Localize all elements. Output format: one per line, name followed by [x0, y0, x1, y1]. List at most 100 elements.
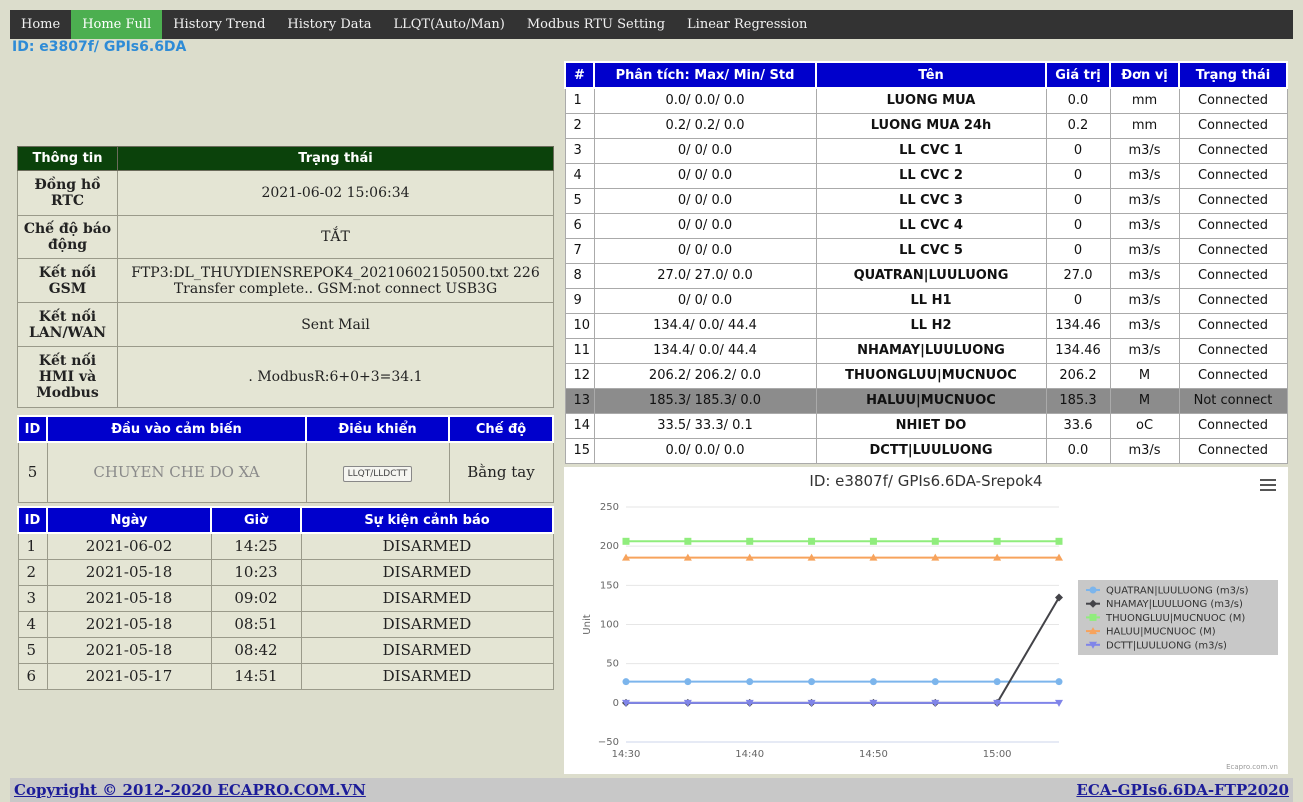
alarm-table: ID Ngày Giờ Sự kiện cảnh báo 1 2021-06-02… [17, 506, 554, 690]
alarm-id: 4 [17, 610, 48, 638]
data-value: 0 [1045, 162, 1111, 189]
data-status: Connected [1178, 87, 1288, 114]
data-row: 6 0/ 0/ 0.0 LL CVC 4 0 m3/s Connected [564, 212, 1288, 239]
legend-item[interactable]: HALUU|MUCNUOC (M) [1106, 627, 1216, 638]
data-status: Connected [1178, 262, 1288, 289]
alarm-body: 1 2021-06-02 14:25 DISARMED 2 2021-05-18 10:23… [17, 532, 554, 690]
hmi-value: . ModbusR:6+0+3=34.1 [117, 346, 554, 408]
rtc-value: 2021-06-02 15:06:34 [117, 170, 554, 216]
data-name: THUONGLUU|MUCNUOC [815, 362, 1047, 389]
data-name: LL CVC 4 [815, 212, 1047, 239]
hamburger-menu-icon[interactable] [1260, 484, 1276, 486]
data-value: 185.3 [1045, 387, 1111, 414]
copyright-link[interactable]: Copyright © 2012-2020 ECAPRO.COM.VN [14, 781, 366, 799]
data-point [746, 537, 754, 545]
hamburger-menu-icon[interactable] [1260, 489, 1276, 491]
info-row-lan: Kết nối LAN/WAN Sent Mail [17, 302, 554, 347]
data-value: 0 [1045, 237, 1111, 264]
data-row: 4 0/ 0/ 0.0 LL CVC 2 0 m3/s Connected [564, 162, 1288, 189]
legend-item[interactable]: QUATRAN|LUULUONG (m3/s) [1106, 586, 1249, 597]
nav-home[interactable]: Home [10, 10, 71, 39]
hamburger-menu-icon[interactable] [1260, 479, 1276, 481]
data-name: LL CVC 3 [815, 187, 1047, 214]
y-tick-label: 50 [606, 659, 619, 670]
data-no: 1 [564, 87, 595, 114]
data-point [1089, 586, 1097, 594]
data-status: Not connect [1178, 387, 1288, 414]
data-value: 0.0 [1045, 87, 1111, 114]
info-row-alarm: Chế độ báo động TẮT [17, 215, 554, 259]
data-point [1055, 537, 1063, 545]
data-point [684, 537, 692, 545]
data-stats: 0/ 0/ 0.0 [593, 187, 817, 214]
data-no: 13 [564, 387, 595, 414]
alarm-time: 14:51 [210, 662, 302, 690]
data-value: 134.46 [1045, 337, 1111, 364]
data-row: 3 0/ 0/ 0.0 LL CVC 1 0 m3/s Connected [564, 137, 1288, 164]
data-stats: 0/ 0/ 0.0 [593, 237, 817, 264]
nav-llqt-auto-man[interactable]: LLQT(Auto/Man) [382, 10, 515, 39]
firmware-link[interactable]: ECA-GPIs6.6DA-FTP2020 [1076, 781, 1289, 799]
info-row-rtc: Đồng hồ RTC 2021-06-02 15:06:34 [17, 170, 554, 216]
legend-item[interactable]: NHAMAY|LUULUONG (m3/s) [1106, 599, 1243, 610]
data-stats: 134.4/ 0.0/ 44.4 [593, 312, 817, 339]
alarm-event: DISARMED [300, 584, 554, 612]
sensor-table: ID Đầu vào cảm biến Điều khiển Chế độ 5 … [17, 415, 554, 503]
data-no: 14 [564, 412, 595, 439]
data-body: 1 0.0/ 0.0/ 0.0 LUONG MUA 0.0 mm Connected 2 0.… [564, 87, 1288, 464]
llqt-lldctt-button[interactable]: LLQT/LLDCTT [342, 466, 413, 483]
alarm-time: 14:25 [210, 532, 302, 560]
trend-chart-svg: ID: e3807f/ GPIs6.6DA-Srepok4 −50 0 50 100 15… [582, 472, 1278, 771]
data-unit: m3/s [1109, 337, 1180, 364]
data-point [993, 537, 1001, 545]
alarm-id: 6 [17, 662, 48, 690]
alarm-row: 4 2021-05-18 08:51 DISARMED [17, 610, 554, 638]
alarm-date: 2021-06-02 [46, 532, 212, 560]
data-stats: 134.4/ 0.0/ 44.4 [593, 337, 817, 364]
chart-credit: Ecapro.com.vn [1226, 763, 1278, 771]
data-point [931, 537, 939, 545]
data-unit: mm [1109, 87, 1180, 114]
data-name: LUONG MUA [815, 87, 1047, 114]
legend-item[interactable]: THUONGLUU|MUCNUOC (M) [1105, 613, 1245, 624]
data-unit: m3/s [1109, 187, 1180, 214]
nav-history-data[interactable]: History Data [276, 10, 382, 39]
data-point [931, 678, 939, 686]
data-name: LL CVC 1 [815, 137, 1047, 164]
data-row: 1 0.0/ 0.0/ 0.0 LUONG MUA 0.0 mm Connected [564, 87, 1288, 114]
alarm-time: 10:23 [210, 558, 302, 586]
data-value: 27.0 [1045, 262, 1111, 289]
data-no: 12 [564, 362, 595, 389]
y-tick-label: 0 [613, 698, 619, 709]
data-row: 2 0.2/ 0.2/ 0.0 LUONG MUA 24h 0.2 mm Connecte… [564, 112, 1288, 139]
legend-item[interactable]: DCTT|LUULUONG (m3/s) [1106, 640, 1227, 651]
alarm-time: 08:51 [210, 610, 302, 638]
y-tick-label: −50 [598, 737, 619, 748]
device-id: ID: e3807f/ GPIs6.6DA [12, 39, 187, 55]
footer: Copyright © 2012-2020 ECAPRO.COM.VN ECA-… [10, 778, 1293, 802]
data-row: 11 134.4/ 0.0/ 44.4 NHAMAY|LUULUONG 134.46 m… [564, 337, 1288, 364]
series-line [626, 596, 1060, 704]
nav-history-trend[interactable]: History Trend [162, 10, 276, 39]
data-name: LL H1 [815, 287, 1047, 314]
data-value: 33.6 [1045, 412, 1111, 439]
nav-modbus-rtu-setting[interactable]: Modbus RTU Setting [516, 10, 676, 39]
data-status: Connected [1178, 437, 1288, 464]
data-status: Connected [1178, 362, 1288, 389]
y-tick-label: 250 [600, 502, 619, 513]
data-stats: 0/ 0/ 0.0 [593, 137, 817, 164]
data-point [808, 678, 816, 686]
alarm-date: 2021-05-18 [46, 636, 212, 664]
data-point [869, 678, 877, 686]
data-value: 0 [1045, 137, 1111, 164]
alarm-id: 2 [17, 558, 48, 586]
nav-linear-regression[interactable]: Linear Regression [676, 10, 818, 39]
data-no: 6 [564, 212, 595, 239]
sensor-header-control: Điều khiển [305, 415, 450, 443]
data-no: 11 [564, 337, 595, 364]
data-header-unit: Đơn vị [1109, 61, 1180, 89]
data-point [1055, 678, 1063, 686]
nav-home-full[interactable]: Home Full [71, 10, 163, 39]
alarm-date: 2021-05-18 [46, 610, 212, 638]
data-name: LL CVC 5 [815, 237, 1047, 264]
